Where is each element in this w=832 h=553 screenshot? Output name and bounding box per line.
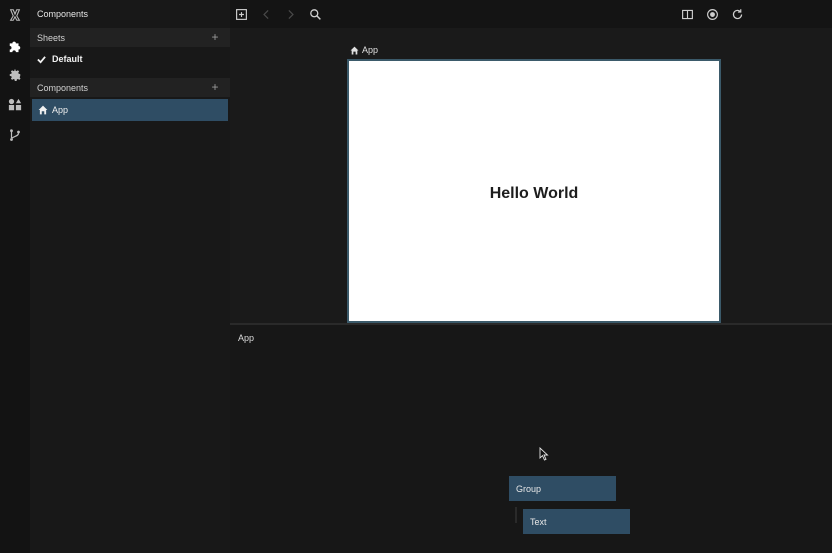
sheets-header-label: Sheets [37, 32, 66, 43]
check-icon [37, 55, 49, 64]
split-view-icon[interactable] [679, 6, 695, 22]
puzzle-icon[interactable] [5, 36, 25, 56]
node-label: Text [530, 516, 547, 527]
add-component-icon[interactable]: + [210, 81, 220, 93]
sidebar-title: Components [37, 9, 89, 19]
branch-icon[interactable] [5, 125, 25, 145]
search-icon[interactable] [307, 6, 323, 22]
sheet-item-label: Default [52, 54, 83, 64]
record-icon[interactable] [704, 6, 720, 22]
forward-icon[interactable] [282, 6, 298, 22]
node-group[interactable]: Group [509, 476, 616, 501]
icon-rail [0, 0, 30, 553]
frame-label[interactable]: App [350, 45, 378, 55]
frame-label-text: App [362, 45, 379, 55]
back-icon[interactable] [258, 6, 274, 22]
home-icon [350, 46, 359, 54]
node-label: Group [516, 483, 542, 494]
canvas-area[interactable]: App Hello World [230, 28, 832, 323]
add-sheet-icon[interactable]: + [210, 31, 220, 43]
mouse-pointer-icon [539, 447, 549, 461]
components-section-header: Components + [30, 78, 230, 97]
add-frame-icon[interactable] [233, 6, 249, 22]
app-frame-preview[interactable]: Hello World [347, 59, 721, 323]
graph-title: App [238, 333, 255, 343]
sidebar: Components Sheets + Default Components +… [30, 0, 230, 553]
node-connector [515, 507, 517, 523]
gear-icon[interactable] [5, 65, 25, 85]
logo-icon[interactable] [5, 5, 25, 25]
home-icon [38, 105, 48, 115]
sheets-section-header: Sheets + [30, 28, 230, 47]
hello-world-text: Hello World [489, 185, 579, 202]
component-shapes-icon[interactable] [5, 95, 25, 115]
refresh-icon[interactable] [729, 6, 745, 22]
node-graph-area[interactable]: App Group Text [230, 325, 832, 553]
sheet-item-default[interactable]: Default [30, 49, 230, 69]
component-item-app[interactable]: App [32, 99, 228, 121]
components-header-label: Components [37, 82, 89, 93]
component-item-label: App [52, 105, 69, 115]
top-toolbar [230, 0, 832, 28]
node-text[interactable]: Text [523, 509, 630, 534]
